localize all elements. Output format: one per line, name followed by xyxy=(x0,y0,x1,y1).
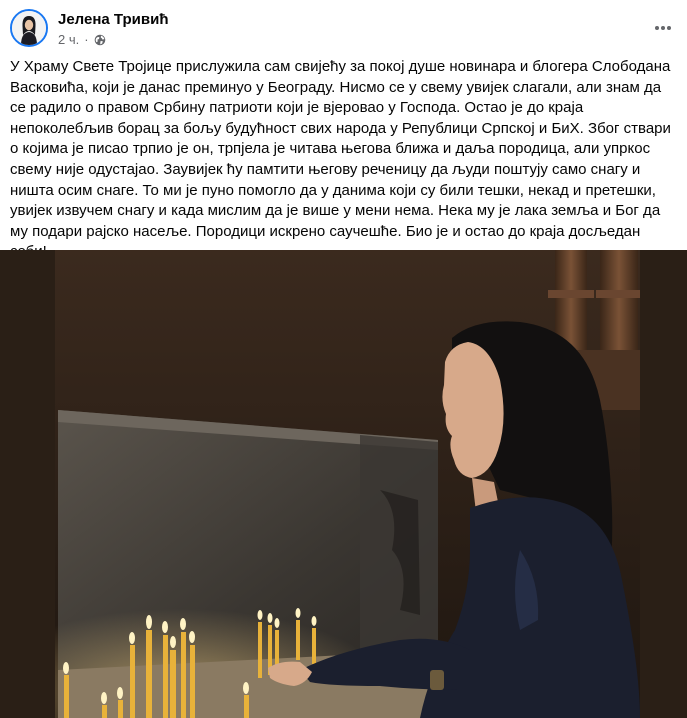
facebook-post: Јелена Тривић 2 ч. · У Храму Свете Троји… xyxy=(0,0,687,718)
post-photo[interactable] xyxy=(0,250,687,718)
avatar-image xyxy=(12,11,46,45)
post-meta: 2 ч. · xyxy=(58,32,106,47)
meta-separator: · xyxy=(84,32,89,47)
post-message: У Храму Свете Тројице прислужила сам сви… xyxy=(10,58,671,260)
author-name[interactable]: Јелена Тривић xyxy=(58,11,169,28)
post-photo-image xyxy=(0,250,687,718)
post-header: Јелена Тривић 2 ч. · xyxy=(0,0,687,56)
avatar[interactable] xyxy=(10,9,48,47)
post-timestamp[interactable]: 2 ч. xyxy=(58,32,79,47)
more-horizontal-icon xyxy=(655,26,671,30)
globe-icon[interactable] xyxy=(94,34,106,46)
more-options-button[interactable] xyxy=(649,14,677,42)
